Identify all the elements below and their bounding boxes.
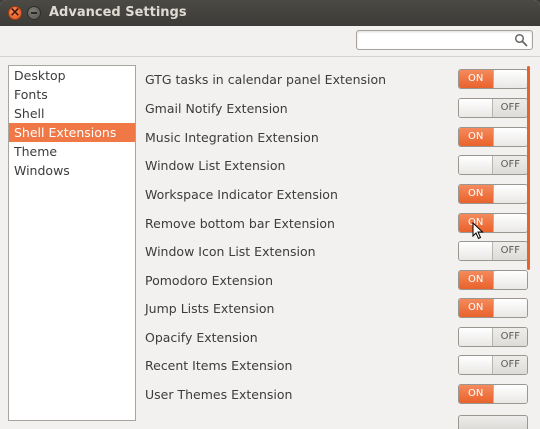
partial-toggle-switch[interactable] [458, 415, 528, 429]
switch-off-label: OFF [493, 99, 527, 117]
sidebar-item-shell[interactable]: Shell [9, 104, 135, 123]
sidebar-item-windows[interactable]: Windows [9, 161, 135, 180]
switch-knob[interactable] [493, 214, 527, 232]
extension-row: Window List Extension ONOFF [136, 152, 532, 180]
extension-toggle-switch[interactable]: ONOFF [458, 327, 528, 347]
scrollbar[interactable] [527, 66, 530, 270]
switch-knob[interactable] [493, 271, 527, 289]
extension-label: Jump Lists Extension [145, 301, 275, 316]
extension-label: Gmail Notify Extension [145, 101, 288, 116]
extension-row: Workspace Indicator Extension ONOFF [136, 181, 532, 209]
extension-row: GTG tasks in calendar panel Extension ONO… [136, 66, 532, 94]
sidebar-item-shell-extensions[interactable]: Shell Extensions [9, 123, 135, 142]
switch-off-label: OFF [493, 356, 527, 374]
sidebar-item-fonts[interactable]: Fonts [9, 85, 135, 104]
switch-knob[interactable] [493, 185, 527, 203]
extension-toggle-switch[interactable]: ONOFF [458, 355, 528, 375]
minimize-button[interactable] [27, 6, 41, 20]
switch-knob[interactable] [459, 242, 493, 260]
extension-row: Music Integration Extension ONOFF [136, 124, 532, 152]
extension-toggle-switch[interactable]: ONOFF [458, 98, 528, 118]
extension-toggle-switch[interactable]: ONOFF [458, 213, 528, 233]
extension-toggle-switch[interactable]: ONOFF [458, 155, 528, 175]
extension-toggle-switch[interactable]: ONOFF [458, 384, 528, 404]
switch-on-label: ON [459, 271, 493, 289]
extension-label: Window List Extension [145, 158, 286, 173]
switch-knob[interactable] [459, 356, 493, 374]
window-title: Advanced Settings [49, 5, 187, 20]
switch-knob[interactable] [493, 70, 527, 88]
extension-row: Opacify Extension ONOFF [136, 324, 532, 352]
extension-label: Opacify Extension [145, 330, 258, 345]
extensions-list: GTG tasks in calendar panel ExtensionONO… [136, 62, 532, 429]
extension-toggle-switch[interactable]: ONOFF [458, 184, 528, 204]
extension-toggle-switch[interactable]: ONOFF [458, 127, 528, 147]
extension-row: Jump Lists Extension ONOFF [136, 295, 532, 323]
switch-on-label: ON [459, 128, 493, 146]
extension-row: Recent Items Extension ONOFF [136, 352, 532, 380]
switch-knob[interactable] [459, 99, 493, 117]
switch-on-label: ON [459, 299, 493, 317]
extension-toggle-switch[interactable]: ONOFF [458, 69, 528, 89]
titlebar: Advanced Settings [0, 0, 540, 26]
switch-off-label: OFF [493, 328, 527, 346]
search-box[interactable] [356, 30, 533, 50]
extension-label: Window Icon List Extension [145, 244, 316, 259]
extension-label: Workspace Indicator Extension [145, 187, 338, 202]
switch-knob[interactable] [493, 299, 527, 317]
advanced-settings-window: Advanced Settings DesktopFontsShellShell… [0, 0, 540, 429]
extension-label: Recent Items Extension [145, 358, 293, 373]
extension-toggle-switch[interactable]: ONOFF [458, 270, 528, 290]
sidebar-item-theme[interactable]: Theme [9, 142, 135, 161]
extension-row: User Themes Extension ONOFF [136, 381, 532, 409]
switch-knob[interactable] [459, 328, 493, 346]
extension-label: Music Integration Extension [145, 130, 319, 145]
mouse-cursor-icon [472, 222, 484, 240]
switch-knob[interactable] [493, 128, 527, 146]
extension-toggle-switch[interactable]: ONOFF [458, 241, 528, 261]
extension-label: Pomodoro Extension [145, 273, 273, 288]
sidebar-item-desktop[interactable]: Desktop [9, 66, 135, 85]
extension-row: Pomodoro Extension ONOFF [136, 267, 532, 295]
toolbar [0, 26, 540, 57]
close-button[interactable] [8, 5, 22, 20]
extension-toggle-switch[interactable]: ONOFF [458, 298, 528, 318]
search-icon[interactable] [514, 33, 528, 47]
switch-off-label: OFF [493, 242, 527, 260]
extension-label: User Themes Extension [145, 387, 293, 402]
search-input[interactable] [361, 32, 509, 47]
switch-on-label: ON [459, 385, 493, 403]
switch-knob[interactable] [459, 156, 493, 174]
extension-label: GTG tasks in calendar panel Extension [145, 72, 387, 87]
extension-label: Remove bottom bar Extension [145, 216, 335, 231]
extension-row: Gmail Notify Extension ONOFF [136, 95, 532, 123]
extension-row: Window Icon List Extension ONOFF [136, 238, 532, 266]
switch-on-label: ON [459, 70, 493, 88]
category-sidebar: Desktop Fonts Shell Shell Extensions Theme Wi… [8, 65, 136, 421]
switch-off-label: OFF [493, 156, 527, 174]
switch-knob[interactable] [493, 385, 527, 403]
switch-on-label: ON [459, 185, 493, 203]
